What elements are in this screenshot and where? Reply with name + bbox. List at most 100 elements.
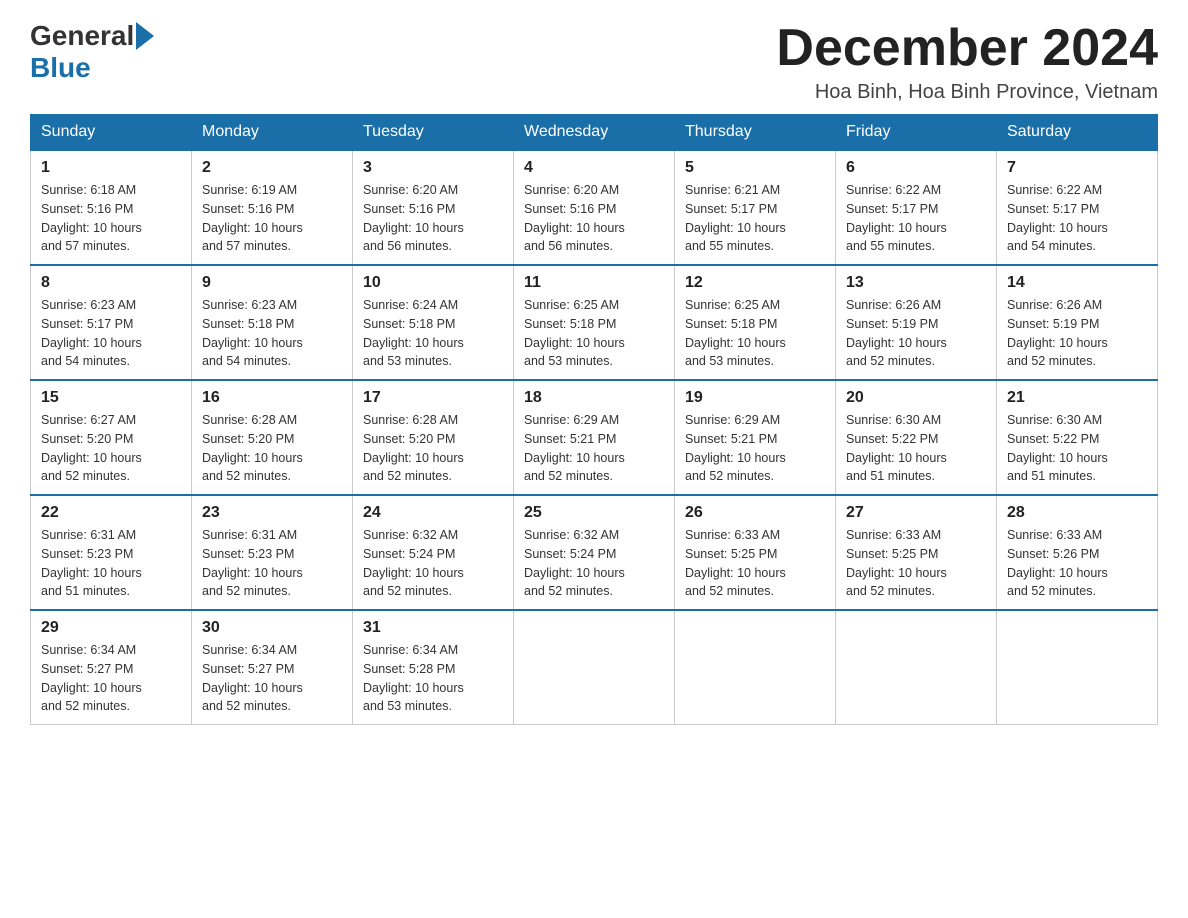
calendar-week-row: 29Sunrise: 6:34 AMSunset: 5:27 PMDayligh… [31, 610, 1158, 725]
calendar-cell: 6 Sunrise: 6:22 AMSunset: 5:17 PMDaylight… [836, 150, 997, 265]
col-tuesday: Tuesday [353, 115, 514, 151]
day-info: Sunrise: 6:25 AMSunset: 5:18 PMDaylight:… [685, 296, 825, 371]
title-area: December 2024 Hoa Binh, Hoa Binh Provinc… [776, 20, 1158, 104]
day-number: 17 [363, 389, 503, 407]
day-number: 6 [846, 159, 986, 177]
day-number: 25 [524, 504, 664, 522]
calendar-week-row: 22 Sunrise: 6:31 AMSunset: 5:23 PMDayligh… [31, 495, 1158, 610]
month-title: December 2024 [776, 20, 1158, 77]
day-number: 8 [41, 274, 181, 292]
day-info: Sunrise: 6:21 AMSunset: 5:17 PMDaylight:… [685, 181, 825, 256]
day-number: 30 [202, 619, 342, 637]
day-number: 9 [202, 274, 342, 292]
day-number: 1 [41, 159, 181, 177]
day-number: 2 [202, 159, 342, 177]
calendar-cell: 18 Sunrise: 6:29 AMSunset: 5:21 PMDayligh… [514, 380, 675, 495]
day-number: 23 [202, 504, 342, 522]
calendar-week-row: 15Sunrise: 6:27 AMSunset: 5:20 PMDayligh… [31, 380, 1158, 495]
calendar-cell: 1 Sunrise: 6:18 AMSunset: 5:16 PMDaylight… [31, 150, 192, 265]
calendar-cell: 25 Sunrise: 6:32 AMSunset: 5:24 PMDayligh… [514, 495, 675, 610]
col-sunday: Sunday [31, 115, 192, 151]
day-number: 19 [685, 389, 825, 407]
day-number: 7 [1007, 159, 1147, 177]
day-number: 14 [1007, 274, 1147, 292]
calendar-cell: 31Sunrise: 6:34 AMSunset: 5:28 PMDayligh… [353, 610, 514, 725]
day-number: 11 [524, 274, 664, 292]
calendar-cell: 5 Sunrise: 6:21 AMSunset: 5:17 PMDaylight… [675, 150, 836, 265]
day-number: 10 [363, 274, 503, 292]
day-info: Sunrise: 6:24 AMSunset: 5:18 PMDaylight:… [363, 296, 503, 371]
day-number: 28 [1007, 504, 1147, 522]
day-number: 22 [41, 504, 181, 522]
col-wednesday: Wednesday [514, 115, 675, 151]
calendar-cell: 26Sunrise: 6:33 AMSunset: 5:25 PMDayligh… [675, 495, 836, 610]
calendar-cell: 27 Sunrise: 6:33 AMSunset: 5:25 PMDayligh… [836, 495, 997, 610]
day-number: 21 [1007, 389, 1147, 407]
location-title: Hoa Binh, Hoa Binh Province, Vietnam [776, 81, 1158, 104]
calendar-cell: 13 Sunrise: 6:26 AMSunset: 5:19 PMDayligh… [836, 265, 997, 380]
calendar-cell: 17 Sunrise: 6:28 AMSunset: 5:20 PMDayligh… [353, 380, 514, 495]
day-info: Sunrise: 6:26 AMSunset: 5:19 PMDaylight:… [846, 296, 986, 371]
day-info: Sunrise: 6:22 AMSunset: 5:17 PMDaylight:… [846, 181, 986, 256]
day-info: Sunrise: 6:20 AMSunset: 5:16 PMDaylight:… [363, 181, 503, 256]
day-info: Sunrise: 6:18 AMSunset: 5:16 PMDaylight:… [41, 181, 181, 256]
day-info: Sunrise: 6:34 AMSunset: 5:28 PMDaylight:… [363, 641, 503, 716]
calendar-cell: 19 Sunrise: 6:29 AMSunset: 5:21 PMDayligh… [675, 380, 836, 495]
day-number: 13 [846, 274, 986, 292]
calendar-cell: 22Sunrise: 6:31 AMSunset: 5:23 PMDayligh… [31, 495, 192, 610]
calendar-cell: 24 Sunrise: 6:32 AMSunset: 5:24 PMDayligh… [353, 495, 514, 610]
day-info: Sunrise: 6:33 AMSunset: 5:25 PMDaylight:… [846, 526, 986, 601]
day-number: 3 [363, 159, 503, 177]
day-info: Sunrise: 6:30 AMSunset: 5:22 PMDaylight:… [846, 411, 986, 486]
day-number: 5 [685, 159, 825, 177]
calendar-cell: 12 Sunrise: 6:25 AMSunset: 5:18 PMDayligh… [675, 265, 836, 380]
calendar-cell: 21 Sunrise: 6:30 AMSunset: 5:22 PMDayligh… [997, 380, 1158, 495]
day-number: 27 [846, 504, 986, 522]
calendar-cell: 7 Sunrise: 6:22 AMSunset: 5:17 PMDaylight… [997, 150, 1158, 265]
day-info: Sunrise: 6:33 AMSunset: 5:26 PMDaylight:… [1007, 526, 1147, 601]
calendar-cell: 8 Sunrise: 6:23 AMSunset: 5:17 PMDaylight… [31, 265, 192, 380]
calendar-cell: 16Sunrise: 6:28 AMSunset: 5:20 PMDayligh… [192, 380, 353, 495]
day-info: Sunrise: 6:26 AMSunset: 5:19 PMDaylight:… [1007, 296, 1147, 371]
header-row: Sunday Monday Tuesday Wednesday Thursday… [31, 115, 1158, 151]
day-info: Sunrise: 6:29 AMSunset: 5:21 PMDaylight:… [685, 411, 825, 486]
calendar-cell [675, 610, 836, 725]
day-info: Sunrise: 6:33 AMSunset: 5:25 PMDaylight:… [685, 526, 825, 601]
day-info: Sunrise: 6:30 AMSunset: 5:22 PMDaylight:… [1007, 411, 1147, 486]
col-saturday: Saturday [997, 115, 1158, 151]
logo: General Blue [30, 20, 156, 84]
calendar-cell: 11Sunrise: 6:25 AMSunset: 5:18 PMDayligh… [514, 265, 675, 380]
day-info: Sunrise: 6:20 AMSunset: 5:16 PMDaylight:… [524, 181, 664, 256]
day-info: Sunrise: 6:34 AMSunset: 5:27 PMDaylight:… [41, 641, 181, 716]
calendar-cell: 4 Sunrise: 6:20 AMSunset: 5:16 PMDaylight… [514, 150, 675, 265]
calendar-cell: 15Sunrise: 6:27 AMSunset: 5:20 PMDayligh… [31, 380, 192, 495]
col-friday: Friday [836, 115, 997, 151]
calendar-cell: 2 Sunrise: 6:19 AMSunset: 5:16 PMDaylight… [192, 150, 353, 265]
calendar-cell: 20Sunrise: 6:30 AMSunset: 5:22 PMDayligh… [836, 380, 997, 495]
col-monday: Monday [192, 115, 353, 151]
calendar-cell: 28 Sunrise: 6:33 AMSunset: 5:26 PMDayligh… [997, 495, 1158, 610]
calendar-cell: 9Sunrise: 6:23 AMSunset: 5:18 PMDaylight… [192, 265, 353, 380]
calendar-cell: 3 Sunrise: 6:20 AMSunset: 5:16 PMDaylight… [353, 150, 514, 265]
calendar-cell: 30 Sunrise: 6:34 AMSunset: 5:27 PMDayligh… [192, 610, 353, 725]
calendar-week-row: 8 Sunrise: 6:23 AMSunset: 5:17 PMDaylight… [31, 265, 1158, 380]
day-info: Sunrise: 6:32 AMSunset: 5:24 PMDaylight:… [524, 526, 664, 601]
calendar-body: 1 Sunrise: 6:18 AMSunset: 5:16 PMDaylight… [31, 150, 1158, 725]
day-info: Sunrise: 6:34 AMSunset: 5:27 PMDaylight:… [202, 641, 342, 716]
calendar-cell: 10 Sunrise: 6:24 AMSunset: 5:18 PMDayligh… [353, 265, 514, 380]
day-info: Sunrise: 6:29 AMSunset: 5:21 PMDaylight:… [524, 411, 664, 486]
day-info: Sunrise: 6:22 AMSunset: 5:17 PMDaylight:… [1007, 181, 1147, 256]
day-info: Sunrise: 6:23 AMSunset: 5:17 PMDaylight:… [41, 296, 181, 371]
day-info: Sunrise: 6:28 AMSunset: 5:20 PMDaylight:… [202, 411, 342, 486]
day-number: 18 [524, 389, 664, 407]
logo-arrow-icon [136, 22, 154, 50]
day-info: Sunrise: 6:31 AMSunset: 5:23 PMDaylight:… [202, 526, 342, 601]
day-number: 4 [524, 159, 664, 177]
day-info: Sunrise: 6:28 AMSunset: 5:20 PMDaylight:… [363, 411, 503, 486]
day-number: 12 [685, 274, 825, 292]
day-number: 24 [363, 504, 503, 522]
day-info: Sunrise: 6:27 AMSunset: 5:20 PMDaylight:… [41, 411, 181, 486]
day-info: Sunrise: 6:32 AMSunset: 5:24 PMDaylight:… [363, 526, 503, 601]
day-info: Sunrise: 6:19 AMSunset: 5:16 PMDaylight:… [202, 181, 342, 256]
calendar-header: Sunday Monday Tuesday Wednesday Thursday… [31, 115, 1158, 151]
